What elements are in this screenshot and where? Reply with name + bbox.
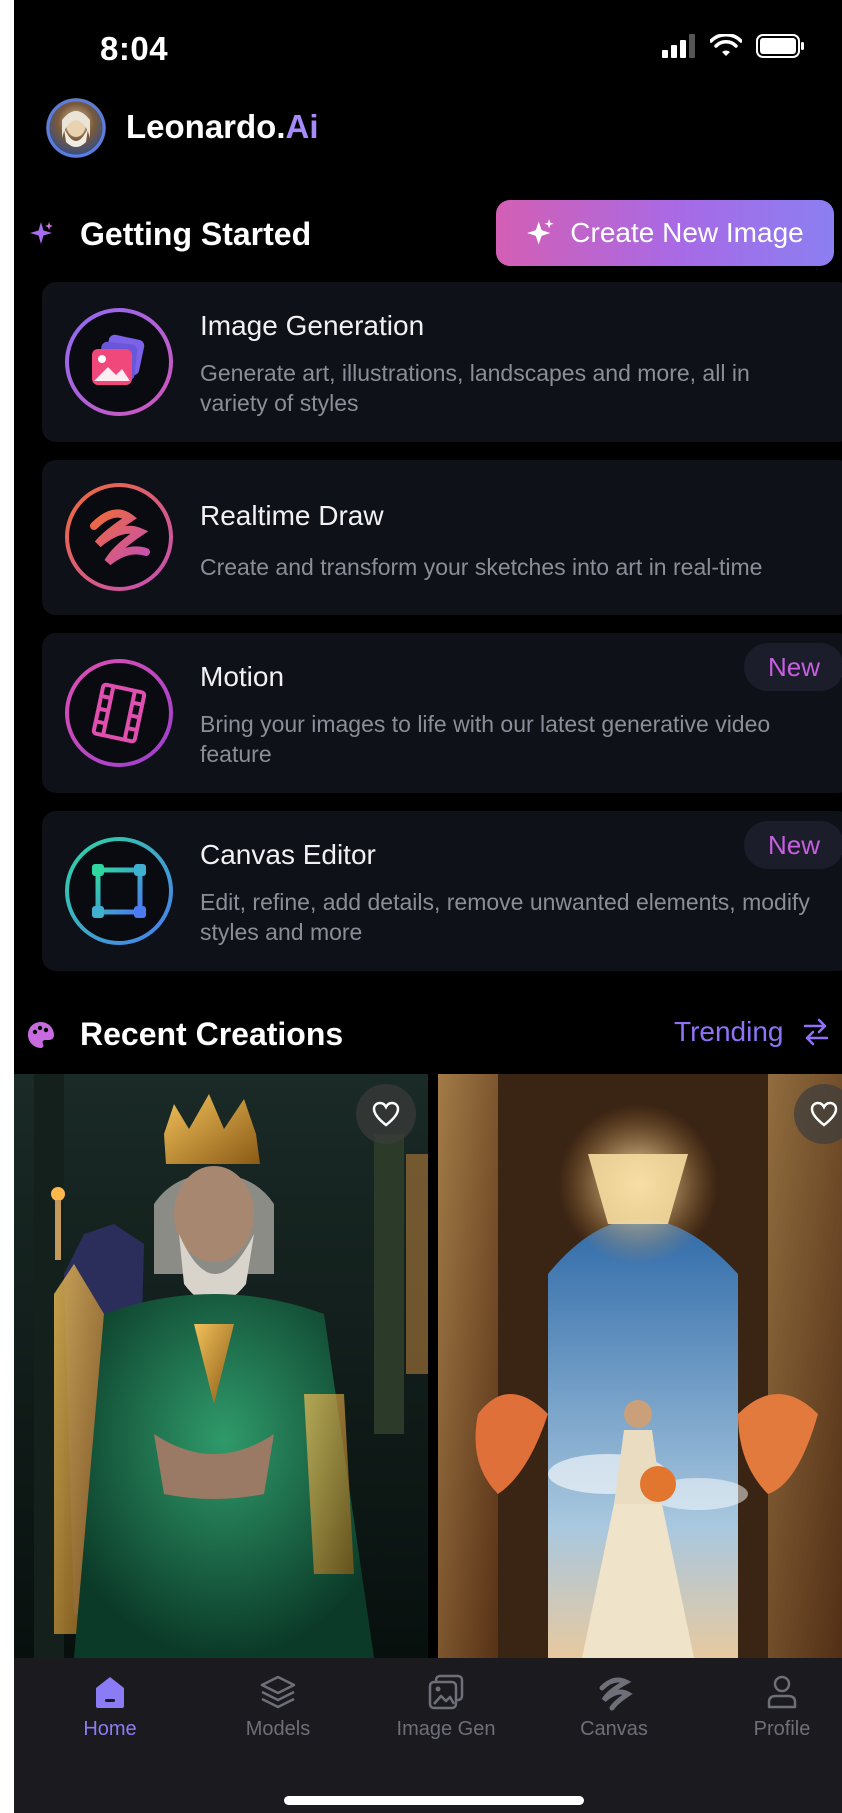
brand-dot: . (276, 108, 286, 145)
sparkle-icon (527, 219, 554, 245)
brand-avatar (46, 98, 106, 158)
card-title: Canvas Editor (200, 839, 376, 870)
card-title: Image Generation (200, 310, 425, 341)
new-badge: New (744, 643, 842, 691)
creation-image-king[interactable] (14, 1074, 428, 1658)
card-realtime-draw[interactable]: Realtime Draw Create and transform your … (42, 460, 842, 615)
sparkle-icon (30, 222, 53, 244)
profile-icon (767, 1675, 797, 1709)
status-time: 8:04 (100, 30, 169, 67)
card-description: Create and transform your sketches into … (200, 554, 763, 580)
card-title: Realtime Draw (200, 500, 384, 531)
nav-label: Models (245, 1718, 311, 1740)
nav-canvas[interactable]: Canvas (544, 1672, 684, 1741)
brand-name-text: Leonardo (126, 108, 277, 145)
nav-label: Profile (753, 1718, 811, 1740)
canvas-brush-icon (599, 1677, 633, 1711)
image-stack-icon (64, 307, 174, 417)
nav-home[interactable]: Home (40, 1672, 180, 1741)
film-strip-icon (64, 658, 174, 768)
canvas-square-icon (64, 836, 174, 946)
status-icons (662, 34, 806, 58)
palette-icon (28, 1022, 54, 1048)
heart-icon (810, 1101, 838, 1127)
create-new-image-button[interactable]: Create New Image (496, 200, 834, 266)
create-new-image-label: Create New Image (570, 217, 804, 248)
trending-filter[interactable]: Trending (674, 1016, 831, 1048)
swap-arrows-icon (804, 1018, 829, 1046)
nav-label: Home (83, 1718, 137, 1740)
battery-icon (756, 34, 804, 58)
card-motion[interactable]: Motion Bring your images to life with ou… (42, 633, 842, 793)
brand-suffix: Ai (285, 108, 319, 145)
heart-icon (372, 1101, 400, 1127)
card-description: Bring your images to life with our lates… (200, 711, 771, 767)
card-canvas-editor[interactable]: Canvas Editor Edit, refine, add details,… (42, 811, 842, 971)
cellular-signal-icon (662, 34, 695, 58)
nav-label: Canvas (580, 1718, 648, 1740)
brand-name: Leonardo.Ai (126, 108, 319, 146)
card-description: Generate art, illustrations, landscapes … (200, 360, 750, 416)
card-image-generation[interactable]: Image Generation Generate art, illustrat… (42, 282, 842, 442)
home-icon (96, 1677, 124, 1708)
layers-icon (260, 1675, 296, 1709)
favorite-button[interactable] (356, 1084, 416, 1144)
bottom-nav: Home Models Image Gen Canvas Profile (14, 1658, 842, 1813)
wifi-icon (710, 34, 742, 56)
nav-label: Image Gen (396, 1718, 496, 1740)
card-description: Edit, refine, add details, remove unwant… (200, 889, 810, 945)
card-title: Motion (200, 661, 285, 692)
trending-label: Trending (674, 1016, 784, 1047)
app-screen: 8:04 Leonardo.Ai Getting Started Create … (14, 0, 842, 1813)
nav-models[interactable]: Models (208, 1672, 348, 1741)
new-badge: New (744, 821, 842, 869)
scribble-icon (64, 482, 174, 592)
getting-started-title: Getting Started (80, 216, 312, 252)
recent-creations-title: Recent Creations (80, 1016, 344, 1052)
nav-profile[interactable]: Profile (712, 1672, 842, 1741)
creation-image-bride[interactable] (438, 1074, 842, 1658)
home-indicator (284, 1796, 584, 1805)
nav-image-gen[interactable]: Image Gen (376, 1672, 516, 1741)
image-gen-icon (428, 1674, 464, 1710)
